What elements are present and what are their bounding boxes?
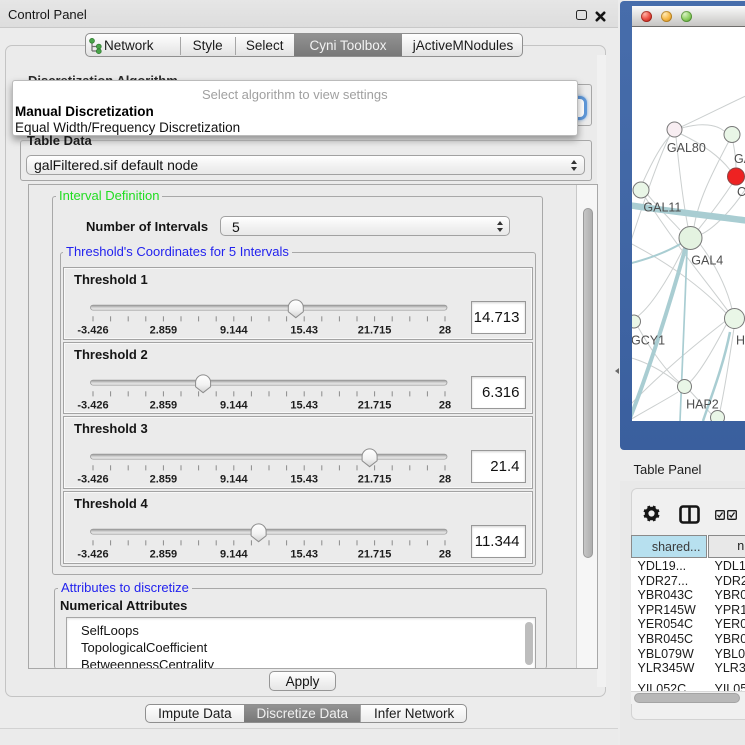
svg-text:GAL4: GAL4 — [691, 253, 723, 267]
svg-text:GAL80: GAL80 — [667, 141, 706, 155]
svg-text:-3.426: -3.426 — [77, 549, 108, 561]
svg-text:9.144: 9.144 — [220, 473, 248, 485]
svg-text:GAL11: GAL11 — [643, 200, 681, 214]
svg-text:28: 28 — [438, 399, 450, 411]
svg-text:28: 28 — [438, 473, 450, 485]
svg-text:GCY1: GCY1 — [632, 333, 665, 347]
svg-text:21.715: 21.715 — [357, 399, 391, 411]
svg-text:2.859: 2.859 — [149, 324, 177, 336]
svg-text:15.43: 15.43 — [290, 324, 318, 336]
svg-text:21.715: 21.715 — [357, 324, 391, 336]
svg-text:-3.426: -3.426 — [77, 399, 108, 411]
svg-text:15.43: 15.43 — [290, 473, 318, 485]
svg-text:CYC8: CYC8 — [737, 185, 745, 199]
svg-text:2.859: 2.859 — [149, 473, 177, 485]
svg-text:2.859: 2.859 — [149, 399, 177, 411]
svg-text:15.43: 15.43 — [290, 549, 318, 561]
svg-text:15.43: 15.43 — [290, 399, 318, 411]
svg-text:21.715: 21.715 — [357, 549, 391, 561]
svg-text:9.144: 9.144 — [220, 324, 248, 336]
svg-text:21.715: 21.715 — [357, 473, 391, 485]
svg-text:9.144: 9.144 — [220, 549, 248, 561]
svg-text:-3.426: -3.426 — [77, 473, 108, 485]
svg-text:9.144: 9.144 — [220, 399, 248, 411]
svg-text:28: 28 — [438, 324, 450, 336]
svg-text:-3.426: -3.426 — [77, 324, 108, 336]
svg-text:GAL3: GAL3 — [734, 152, 745, 166]
svg-text:HAP2: HAP2 — [686, 397, 719, 411]
svg-text:2.859: 2.859 — [149, 549, 177, 561]
svg-text:HIS4: HIS4 — [736, 333, 745, 347]
svg-text:28: 28 — [438, 549, 450, 561]
